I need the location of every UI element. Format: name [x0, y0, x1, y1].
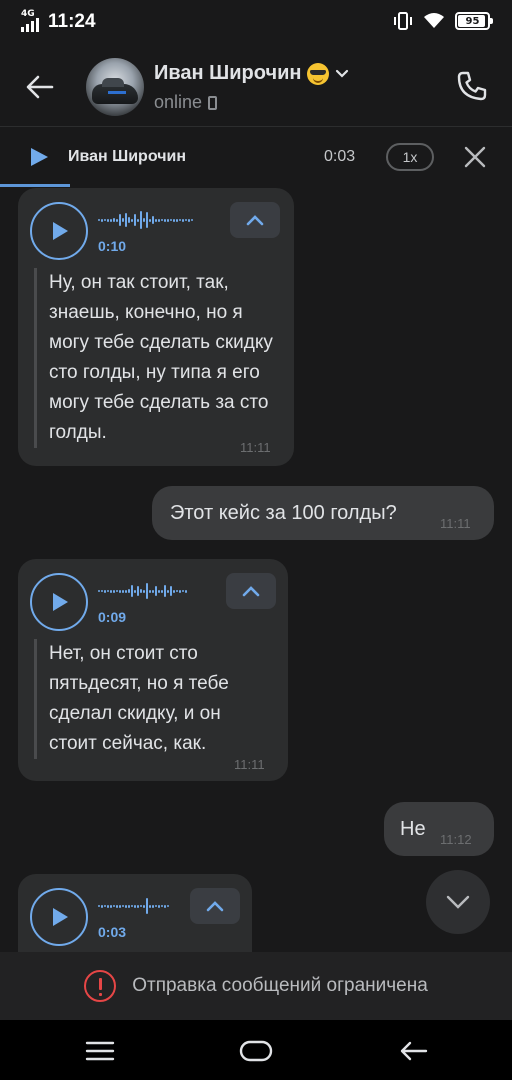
voice-message: 0:10 Ну, он так стоит, так, знаешь, коне…	[18, 188, 294, 466]
menu-icon[interactable]	[83, 1034, 117, 1068]
voice-message: 0:09 Нет, он стоит сто пятьдесят, но я т…	[18, 559, 288, 781]
outgoing-message[interactable]: Не 11:12	[384, 802, 494, 856]
message-time: 11:12	[440, 832, 472, 847]
sunglasses-emoji-icon	[307, 62, 330, 85]
transcript-toggle-button[interactable]	[226, 573, 276, 609]
player-author: Иван Широчин	[68, 148, 186, 165]
scroll-down-button[interactable]	[426, 870, 490, 934]
transcript-toggle-button[interactable]	[190, 888, 240, 924]
wifi-icon	[424, 13, 444, 28]
voice-message: 0:03	[18, 874, 252, 952]
peer-name-button[interactable]: Иван Широчин	[154, 62, 349, 85]
play-icon	[53, 593, 68, 611]
voice-waveform[interactable]	[98, 896, 169, 916]
restricted-message: Отправка сообщений ограничена	[132, 975, 428, 996]
online-status: online	[154, 92, 203, 112]
status-bar: 4G 11:24 95	[0, 0, 512, 48]
transcript-toggle-button[interactable]	[230, 202, 280, 238]
message-text: Не	[400, 818, 426, 840]
voice-duration: 0:10	[98, 238, 127, 254]
play-icon	[53, 908, 68, 926]
voice-waveform[interactable]	[98, 581, 187, 601]
audio-player-bar: Иван Широчин 0:03 1x	[0, 126, 512, 187]
chevron-down-icon	[336, 69, 349, 78]
voice-waveform[interactable]	[98, 210, 193, 230]
chevron-up-icon	[242, 586, 260, 597]
phone-call-icon[interactable]	[454, 68, 490, 104]
chevron-up-icon	[206, 901, 224, 912]
playback-speed-button[interactable]: 1x	[386, 143, 434, 171]
message-time: 11:11	[234, 757, 265, 772]
battery-icon: 95	[455, 12, 493, 30]
warning-icon	[84, 970, 117, 1002]
battery-level: 95	[465, 15, 480, 27]
voice-play-button[interactable]	[30, 573, 88, 631]
voice-transcript: Ну, он так стоит, так, знаешь, конечно, …	[34, 268, 278, 448]
signal-icon: 4G	[21, 9, 43, 32]
message-time: 11:11	[440, 516, 471, 531]
voice-duration: 0:03	[98, 924, 127, 940]
message-time: 11:11	[240, 440, 271, 455]
close-icon[interactable]	[462, 144, 488, 170]
mobile-device-icon	[208, 95, 218, 110]
peer-status: online	[154, 92, 218, 113]
home-icon[interactable]	[239, 1034, 273, 1068]
vibrate-icon	[394, 12, 412, 30]
message-text: Этот кейс за 100 голды?	[170, 502, 397, 524]
play-icon	[53, 222, 68, 240]
voice-transcript: Нет, он стоит сто пятьдесят, но я тебе с…	[34, 639, 254, 759]
player-progress	[0, 184, 70, 187]
status-time: 11:24	[48, 11, 96, 32]
back-arrow-icon[interactable]	[22, 69, 58, 105]
avatar[interactable]	[86, 58, 144, 116]
chevron-down-icon	[446, 895, 470, 909]
system-nav-bar	[0, 1020, 512, 1080]
nav-back-icon[interactable]	[396, 1034, 430, 1068]
voice-duration: 0:09	[98, 609, 127, 625]
voice-play-button[interactable]	[30, 888, 88, 946]
chat-header: Иван Широчин online	[0, 48, 512, 126]
player-time: 0:03	[324, 148, 356, 165]
outgoing-message[interactable]: Этот кейс за 100 голды? 11:11	[152, 486, 494, 540]
peer-name: Иван Широчин	[154, 62, 302, 84]
voice-play-button[interactable]	[30, 202, 88, 260]
restricted-composer: Отправка сообщений ограничена	[0, 952, 512, 1020]
play-icon[interactable]	[28, 146, 50, 168]
chevron-up-icon	[246, 215, 264, 226]
